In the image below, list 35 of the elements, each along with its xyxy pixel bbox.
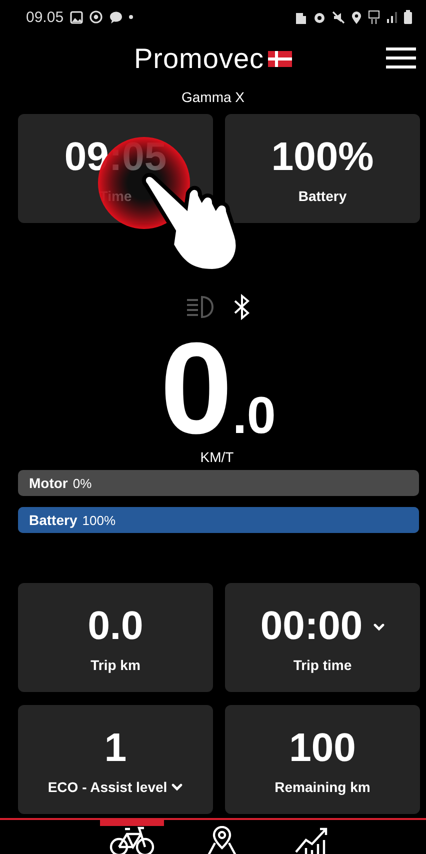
chat-icon <box>108 10 123 24</box>
brand-logo: Promovec <box>134 43 264 75</box>
bar-label: Motor <box>29 475 68 491</box>
chevron-icon[interactable] <box>372 622 385 630</box>
alarm-icon <box>313 10 326 24</box>
stat-label: Battery <box>298 188 347 204</box>
stat-label: Trip km <box>90 656 140 672</box>
mute-icon <box>332 10 345 24</box>
building-icon <box>295 10 307 24</box>
sync-icon <box>88 10 103 24</box>
signal-icon <box>386 11 398 23</box>
bicycle-icon[interactable] <box>108 826 156 854</box>
stat-value: 00:00 <box>260 604 363 649</box>
stat-label: Remaining km <box>274 778 370 794</box>
bar-reading: 100% <box>82 512 116 528</box>
location-icon <box>351 10 362 24</box>
stat-value: 0.0 <box>88 604 144 649</box>
speed-decimal: .0 <box>232 386 276 446</box>
stat-value: 100 <box>289 726 356 771</box>
speed-value: 0 <box>160 328 232 448</box>
image-icon <box>70 10 83 24</box>
stat-label: Trip time <box>293 656 352 672</box>
stat-value: 1 <box>104 726 127 771</box>
battery-icon <box>404 10 412 24</box>
device-name: Gamma X <box>180 88 246 107</box>
bar-label: Battery <box>29 512 78 528</box>
bar-reading: 0% <box>72 476 92 490</box>
dot-icon <box>128 15 133 19</box>
stat-label: ECO - Assist level <box>48 778 168 794</box>
chevron-icon[interactable] <box>171 782 184 790</box>
stat-value: 100% <box>271 135 374 180</box>
speed-unit: KM/T <box>199 448 235 467</box>
status-time: 09.05 <box>26 8 64 26</box>
menu-button[interactable] <box>386 46 416 70</box>
flag-icon <box>268 51 292 67</box>
